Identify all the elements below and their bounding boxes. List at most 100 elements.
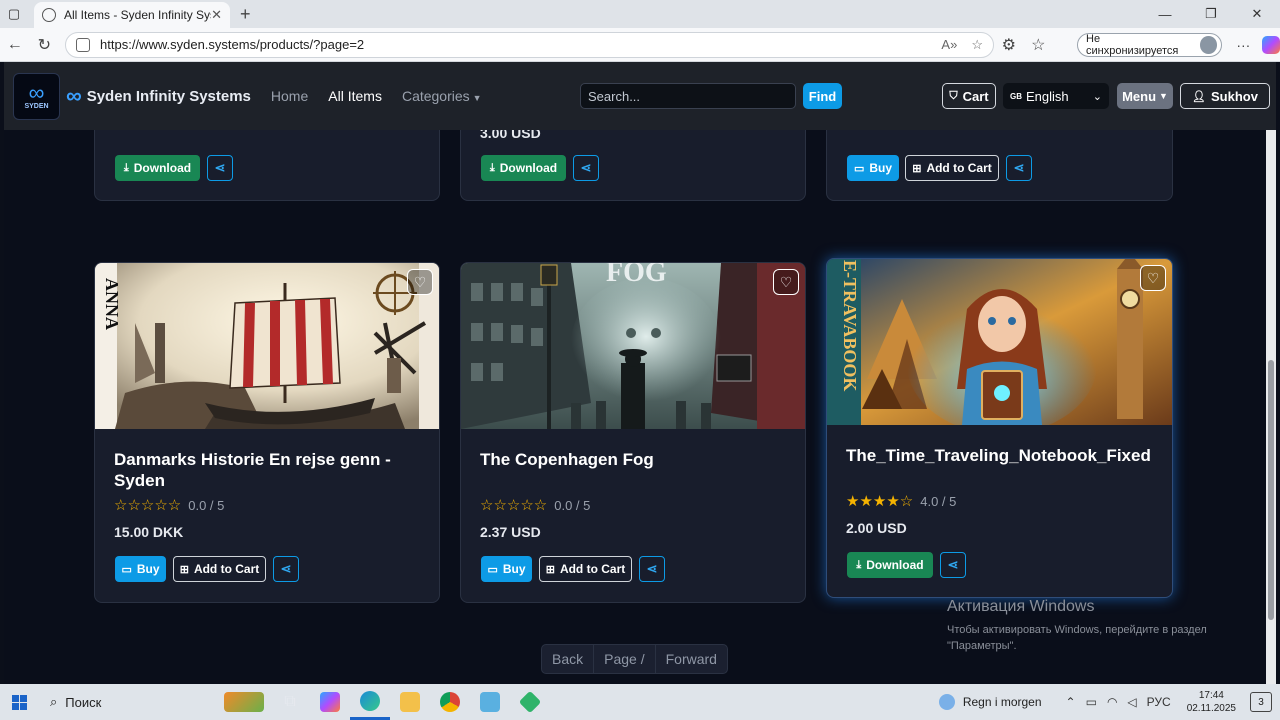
product-image-copenhagen-fog[interactable]: FOG [461, 263, 805, 429]
nav-categories[interactable]: Categories ▼ [402, 88, 482, 104]
page-scrollbar[interactable] [1266, 130, 1276, 684]
battery-icon[interactable]: ▭ [1086, 695, 1097, 709]
address-bar-row: ← ↻ https://www.syden.systems/products/?… [0, 28, 1280, 62]
cart-plus-icon: ⊞ [179, 563, 189, 576]
back-arrow-icon[interactable]: ← [0, 36, 30, 54]
product-image-time-traveling-notebook[interactable]: E-TRAVABOOK [827, 259, 1172, 434]
nav-home[interactable]: Home [271, 88, 308, 104]
pagination-back[interactable]: Back [542, 644, 595, 674]
favorite-star-icon[interactable]: ☆ [971, 37, 983, 53]
language-select[interactable]: GB English ⌄ [1003, 83, 1109, 109]
network-icon[interactable]: ◠ [1107, 695, 1117, 709]
browser-tab[interactable]: All Items - Syden Infinity Systems ✕ [34, 2, 230, 28]
share-button[interactable]: ⋖ [940, 552, 966, 578]
find-button[interactable]: Find [803, 83, 842, 109]
nav-all-items[interactable]: All Items [328, 88, 382, 104]
windows-activation-watermark: Активация Windows Чтобы активировать Win… [947, 598, 1257, 654]
chevron-up-icon[interactable]: ⌃ [1066, 695, 1076, 709]
add-to-cart-button[interactable]: ⊞ Add to Cart [905, 155, 999, 181]
download-label: Download [133, 161, 192, 175]
product-image-viking-ship[interactable]: ANNA [95, 263, 439, 429]
download-icon: ⤓ [123, 161, 129, 174]
search-highlight-icon[interactable] [218, 684, 270, 720]
app-diamond-icon[interactable] [510, 684, 550, 720]
copilot-icon[interactable] [1262, 35, 1280, 54]
read-aloud-icon[interactable]: A» [941, 37, 957, 52]
minimize-icon[interactable]: — [1142, 0, 1188, 28]
activation-title: Активация Windows [947, 598, 1095, 615]
download-label: Download [499, 161, 558, 175]
task-view-icon[interactable]: ⧉ [270, 684, 310, 720]
pagination-forward[interactable]: Forward [656, 644, 727, 674]
cart-button[interactable]: ⛉ Cart [942, 83, 996, 109]
download-button[interactable]: ⤓ Download [115, 155, 200, 181]
favorite-heart-icon[interactable]: ♡ [1140, 265, 1166, 291]
language-indicator[interactable]: РУС [1147, 695, 1171, 709]
volume-icon[interactable]: ◁ [1127, 695, 1136, 709]
weather-widget[interactable]: Regn i morgen [938, 694, 1042, 710]
window-menu-icon[interactable]: ▢ [0, 0, 28, 28]
brand-link[interactable]: ∞ Syden Infinity Systems [66, 83, 251, 109]
address-field[interactable]: https://www.syden.systems/products/?page… [65, 31, 994, 58]
share-icon: ⋖ [1013, 160, 1025, 175]
search-input[interactable]: Search... [580, 83, 796, 109]
buy-button[interactable]: ▭ Buy [847, 155, 899, 181]
add-to-cart-button[interactable]: ⊞ Add to Cart [173, 556, 266, 582]
site-logo[interactable]: ∞ SYDEN [13, 72, 60, 120]
svg-text:FOG: FOG [606, 263, 667, 288]
scrollbar-thumb[interactable] [1268, 360, 1274, 620]
extensions-icon[interactable]: ⚙ [994, 35, 1024, 55]
cart-plus-icon: ⊞ [912, 162, 922, 175]
caret-down-icon: ▼ [1159, 91, 1168, 101]
star-empty-icon: ☆☆☆☆☆ [480, 497, 548, 514]
share-button[interactable]: ⋖ [639, 556, 665, 582]
favorite-heart-icon[interactable]: ♡ [773, 269, 799, 295]
close-window-icon[interactable]: ✕ [1234, 0, 1280, 28]
favorites-icon[interactable]: ☆ [1024, 35, 1054, 55]
app-icon[interactable] [470, 684, 510, 720]
globe-icon [42, 8, 56, 22]
share-icon: ⋖ [214, 160, 226, 175]
product-title[interactable]: The_Time_Traveling_Notebook_Fixed [846, 445, 1166, 466]
maximize-icon[interactable]: ❐ [1188, 0, 1234, 28]
rating: ☆☆☆☆☆ 0.0 / 5 [114, 496, 224, 514]
share-button[interactable]: ⋖ [207, 155, 233, 181]
file-explorer-icon[interactable] [390, 684, 430, 720]
add-to-cart-label: Add to Cart [193, 562, 260, 576]
product-title[interactable]: Danmarks Historie En rejse genn - Syden [114, 449, 414, 491]
copilot-app-icon[interactable] [310, 684, 350, 720]
product-title[interactable]: The Copenhagen Fog [480, 449, 780, 470]
notifications-icon[interactable]: 3 [1250, 692, 1272, 712]
profile-sync-button[interactable]: Не синхронизируется [1077, 32, 1223, 57]
new-tab-icon[interactable]: + [240, 4, 251, 25]
menu-button[interactable]: Menu ▼ [1117, 83, 1173, 109]
favorite-heart-icon[interactable]: ♡ [407, 269, 433, 295]
add-to-cart-button[interactable]: ⊞ Add to Cart [539, 556, 632, 582]
wallet-icon: ▭ [853, 162, 865, 175]
edge-browser-icon[interactable] [350, 684, 390, 720]
user-icon: 👤︎ [1192, 90, 1206, 103]
share-button[interactable]: ⋖ [273, 556, 299, 582]
more-icon[interactable]: ··· [1236, 37, 1250, 53]
download-button[interactable]: ⤓ Download [481, 155, 566, 181]
site-info-icon[interactable] [76, 37, 91, 52]
share-button[interactable]: ⋖ [573, 155, 599, 181]
buy-label: Buy [136, 562, 160, 576]
download-button[interactable]: ⤓ Download [847, 552, 933, 578]
taskbar-search[interactable]: ⌕ Поиск [38, 684, 218, 720]
window-controls: — ❐ ✕ [1142, 0, 1280, 28]
download-icon: ⤓ [856, 558, 862, 571]
buy-button[interactable]: ▭ Buy [481, 556, 532, 582]
clock[interactable]: 17:44 02.11.2025 [1187, 689, 1236, 715]
chrome-icon[interactable] [430, 684, 470, 720]
close-tab-icon[interactable]: ✕ [211, 7, 222, 23]
buy-button[interactable]: ▭ Buy [115, 556, 166, 582]
tab-title: All Items - Syden Infinity Systems [64, 8, 211, 22]
share-button[interactable]: ⋖ [1006, 155, 1032, 181]
reload-icon[interactable]: ↻ [30, 35, 60, 55]
user-button[interactable]: 👤︎ Sukhov [1180, 83, 1270, 109]
svg-text:ANNA: ANNA [102, 278, 122, 330]
brand-name: Syden Infinity Systems [86, 87, 251, 105]
add-to-cart-label: Add to Cart [559, 562, 626, 576]
start-button[interactable] [0, 694, 38, 710]
